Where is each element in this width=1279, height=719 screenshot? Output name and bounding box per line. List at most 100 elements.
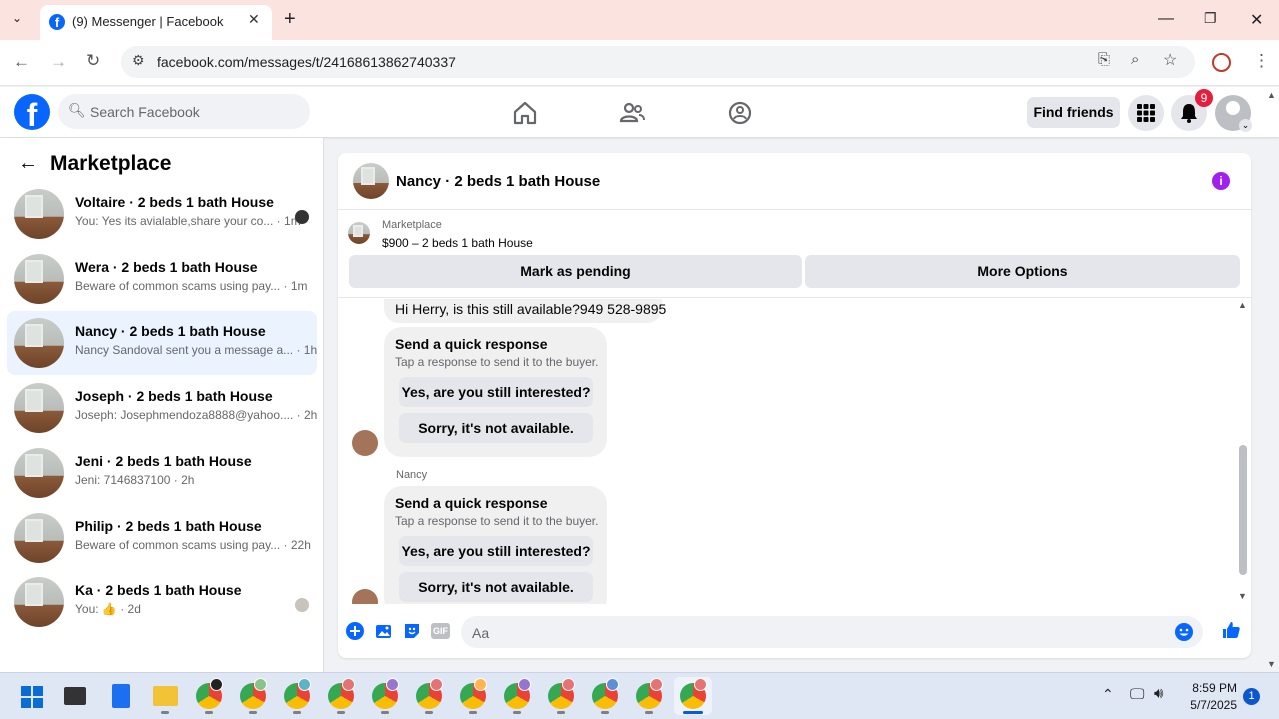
conversation-preview: Beware of common scams using pay... · 1m [75, 279, 308, 293]
chrome-app-icon[interactable] [284, 678, 311, 709]
quick-yes-button[interactable]: Yes, are you still interested? [399, 377, 593, 407]
profile-badge-icon [210, 678, 223, 691]
notification-count-badge[interactable]: 1 [1243, 688, 1260, 705]
find-friends-button[interactable]: Find friends [1027, 97, 1120, 128]
photo-icon[interactable] [374, 621, 394, 641]
quick-no-button[interactable]: Sorry, it's not available. [399, 413, 593, 443]
listing-thumbnail [14, 448, 64, 498]
conversation-item-active[interactable]: Nancy · 2 beds 1 bath House Nancy Sandov… [7, 311, 317, 375]
scroll-up-icon[interactable]: ▲ [1238, 300, 1247, 310]
quick-no-button[interactable]: Sorry, it's not available. [399, 572, 593, 602]
grid-icon [1137, 104, 1155, 122]
info-icon[interactable]: i [1212, 172, 1230, 190]
chrome-app-icon[interactable] [636, 678, 663, 709]
sidebar-title: Marketplace [50, 152, 172, 175]
conversation-name: Jeni · 2 beds 1 bath House [75, 453, 252, 469]
windows-start-icon[interactable] [21, 686, 43, 708]
quick-yes-button[interactable]: Yes, are you still interested? [399, 536, 593, 566]
network-icon[interactable]: 🖵︎ [1130, 686, 1144, 703]
back-arrow-icon[interactable]: ← [18, 152, 38, 175]
window-close-icon[interactable]: ✕ [1250, 10, 1263, 30]
quick-response-card: Send a quick response Tap a response to … [384, 486, 607, 604]
sender-avatar[interactable] [352, 589, 378, 604]
bell-icon [1181, 104, 1197, 123]
chrome-app-icon[interactable] [196, 678, 223, 709]
task-view-icon[interactable] [64, 687, 86, 705]
gif-icon[interactable]: GIF [431, 623, 450, 639]
scrollbar-thumb[interactable] [1239, 445, 1247, 575]
message-scrollbar[interactable]: ▲ ▼ [1238, 300, 1247, 601]
scroll-down-icon[interactable]: ▼ [1238, 591, 1247, 601]
page-scroll-down-icon[interactable]: ▼ [1267, 659, 1276, 669]
running-indicator [601, 711, 609, 714]
back-icon[interactable]: ← [13, 52, 30, 72]
listing-mini-thumbnail[interactable] [348, 222, 370, 244]
conversation-item[interactable]: Philip · 2 beds 1 bath House Beware of c… [7, 506, 317, 570]
quick-response-title: Send a quick response [395, 336, 548, 352]
sender-avatar[interactable] [352, 430, 378, 456]
message-input[interactable]: Aa [461, 616, 1203, 648]
facebook-favicon-icon: f [49, 14, 65, 30]
conversation-item[interactable]: Jeni · 2 beds 1 bath House Jeni: 7146837… [7, 441, 317, 505]
bookmark-star-icon[interactable]: ☆ [1163, 50, 1177, 70]
plus-circle-icon[interactable] [345, 621, 365, 641]
tab-close-icon[interactable]: ✕ [248, 11, 260, 28]
chrome-menu-icon[interactable]: ⋮ [1253, 51, 1270, 71]
chrome-app-icon[interactable] [240, 678, 267, 709]
chrome-app-icon[interactable] [548, 678, 575, 709]
menu-grid-button[interactable] [1128, 95, 1164, 131]
facebook-logo-icon[interactable]: f [14, 94, 50, 133]
groups-icon[interactable] [726, 99, 754, 127]
forward-icon[interactable]: → [50, 52, 67, 72]
chrome-app-icon-active[interactable] [680, 678, 707, 709]
thumbs-up-icon[interactable] [1221, 620, 1241, 640]
chat-pane: Nancy · 2 beds 1 bath House i Marketplac… [338, 153, 1251, 658]
reload-icon[interactable]: ↻ [86, 51, 100, 71]
chrome-app-icon[interactable] [328, 678, 355, 709]
account-avatar[interactable]: ⌄ [1215, 95, 1252, 132]
tray-chevron-up-icon[interactable]: ⌃ [1102, 686, 1114, 703]
listing-thumbnail [14, 318, 64, 368]
conversation-item[interactable]: Wera · 2 beds 1 bath House Beware of com… [7, 247, 317, 311]
notepad-icon[interactable] [112, 684, 130, 708]
profile-badge-icon [606, 678, 619, 691]
chat-listing-thumbnail[interactable] [353, 163, 389, 199]
restore-icon[interactable]: ❐ [1204, 10, 1217, 27]
listing-thumbnail [14, 383, 64, 433]
profile-icon[interactable] [1212, 53, 1231, 72]
browser-tab[interactable]: f (9) Messenger | Facebook ✕ [40, 5, 272, 40]
file-explorer-icon[interactable] [153, 686, 178, 706]
conversation-item[interactable]: Voltaire · 2 beds 1 bath House You: Yes … [7, 182, 317, 246]
home-icon[interactable] [511, 99, 539, 127]
mark-pending-button[interactable]: Mark as pending [349, 255, 802, 288]
more-options-button[interactable]: More Options [805, 255, 1240, 288]
search-input[interactable]: 🔍︎ Search Facebook [58, 94, 310, 129]
minimize-icon[interactable]: — [1158, 10, 1174, 28]
chrome-app-icon[interactable] [416, 678, 443, 709]
chrome-app-icon[interactable] [372, 678, 399, 709]
site-info-icon[interactable]: ⚙ [132, 52, 145, 69]
running-indicator [337, 711, 345, 714]
page-scroll-up-icon[interactable]: ▲ [1267, 90, 1276, 100]
chrome-app-icon[interactable] [460, 678, 487, 709]
new-tab-icon[interactable]: + [284, 8, 296, 31]
message-composer: GIF Aa [338, 609, 1251, 655]
conversation-preview: You: Yes its avialable,share your co... … [75, 214, 301, 228]
message-list: Hi Herry, is this still available?949 52… [338, 299, 1238, 604]
volume-icon[interactable]: 🔊︎ [1154, 685, 1163, 702]
friends-icon[interactable] [618, 99, 646, 127]
conversation-item[interactable]: Joseph · 2 beds 1 bath House Joseph: Jos… [7, 376, 317, 440]
sticker-icon[interactable] [402, 621, 422, 641]
listing-price-title[interactable]: $900 – 2 beds 1 bath House [382, 236, 533, 250]
address-bar[interactable]: ⚙ facebook.com/messages/t/24168613862740… [121, 46, 1195, 78]
conversation-preview: Joseph: Josephmendoza8888@yahoo.... · 2h [75, 408, 318, 422]
install-app-icon[interactable]: ⎘ [1098, 51, 1110, 68]
chat-title[interactable]: Nancy · 2 beds 1 bath House [396, 173, 600, 190]
tab-search-chevron-icon[interactable]: ⌄ [12, 11, 22, 25]
zoom-icon[interactable]: ⌕ [1131, 51, 1139, 68]
chrome-app-icon[interactable] [504, 678, 531, 709]
system-clock[interactable]: 8:59 PM 5/7/2025 [1183, 681, 1237, 712]
conversation-item[interactable]: Ka · 2 beds 1 bath House You: 👍 · 2d [7, 570, 317, 634]
emoji-icon[interactable] [1174, 622, 1194, 642]
chrome-app-icon[interactable] [592, 678, 619, 709]
